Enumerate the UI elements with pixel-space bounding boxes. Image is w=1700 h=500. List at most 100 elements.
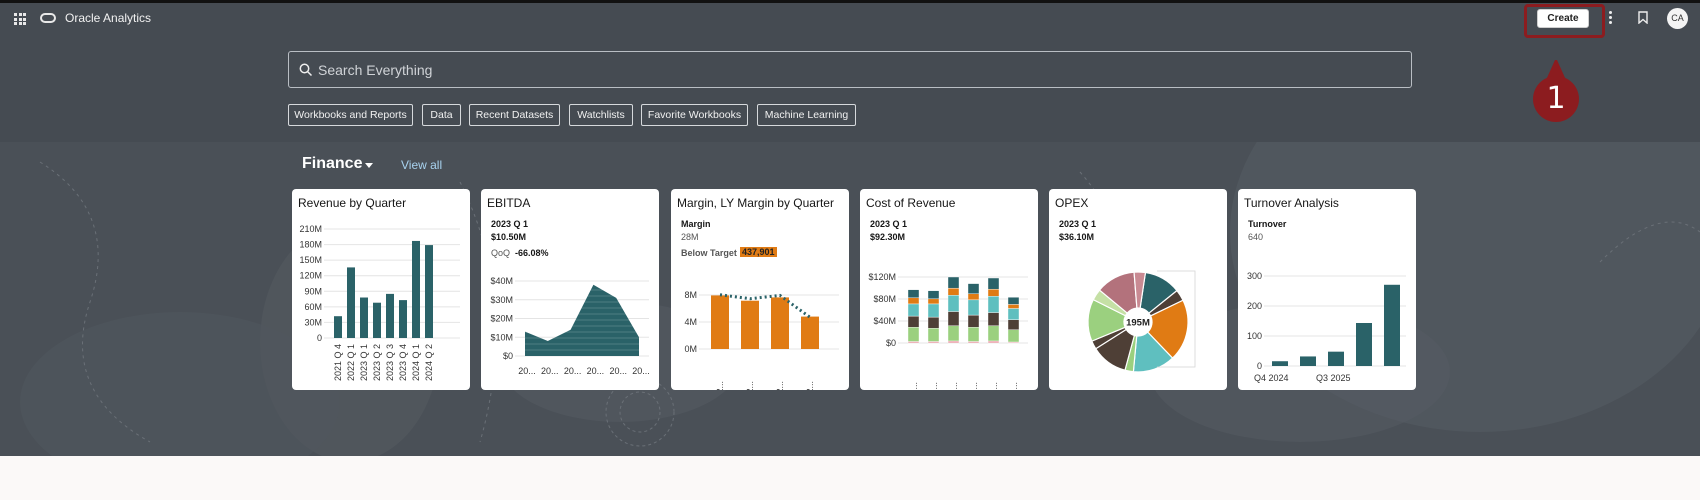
stacked-segment <box>927 316 940 329</box>
app-launcher-grid-icon[interactable] <box>14 13 26 25</box>
chip-watchlists[interactable]: Watchlists <box>569 104 633 126</box>
card-opex[interactable]: OPEX 2023 Q 1 $36.10M 195M <box>1049 189 1227 390</box>
stacked-segment <box>927 328 940 342</box>
bar <box>741 300 759 349</box>
bar <box>412 240 420 338</box>
stacked-segment <box>1007 304 1020 309</box>
stacked-segment <box>907 341 920 344</box>
margin-combo-chart: 8M 4M 0M 202... 202... 202... 202... <box>684 290 839 390</box>
x-tick-label: 20... <box>609 366 627 376</box>
user-avatar[interactable]: CA <box>1667 8 1688 29</box>
x-tick-label: Q4 2024 <box>1254 373 1289 383</box>
x-tick-label: 2023 Q 2 <box>372 344 382 381</box>
y-tick-label: 0 <box>1257 361 1262 371</box>
y-tick-label: $40M <box>873 316 896 326</box>
stacked-segment <box>987 277 1000 290</box>
stacked-segment <box>967 327 980 342</box>
stacked-segment <box>907 327 920 342</box>
card-turnover-analysis[interactable]: Turnover Analysis Turnover 640 300 200 100… <box>1238 189 1416 390</box>
y-tick-label: 300 <box>1247 271 1262 281</box>
x-tick-label: Q3 2025 <box>1316 373 1351 383</box>
x-tick-label: 2023 ... <box>1009 382 1019 390</box>
y-tick-label: 0 <box>317 333 322 343</box>
bar <box>425 245 433 338</box>
x-tick-label: 202... <box>775 381 785 390</box>
y-tick-label: $80M <box>873 294 896 304</box>
bookmark-icon[interactable] <box>1638 11 1648 24</box>
view-all-link[interactable]: View all <box>401 158 442 172</box>
stacked-segment <box>1007 319 1020 330</box>
card-cost-of-revenue[interactable]: Cost of Revenue 2023 Q 1 $92.30M $120M $8… <box>860 189 1038 390</box>
x-tick-label: 2022 ... <box>929 382 939 390</box>
bar <box>801 316 819 349</box>
y-tick-label: $0 <box>503 351 513 361</box>
background-texture <box>20 142 1700 456</box>
stacked-segment <box>987 340 1000 344</box>
app-title: Oracle Analytics <box>65 11 152 25</box>
x-tick-label: 2024 Q 1 <box>411 344 421 381</box>
stacked-segment <box>907 289 920 299</box>
x-tick-label: 20... <box>632 366 650 376</box>
x-tick-label: 20... <box>564 366 582 376</box>
stacked-segment <box>987 325 1000 342</box>
y-tick-label: 90M <box>304 286 322 296</box>
x-tick-label: 202... <box>745 381 755 390</box>
stacked-segment <box>947 295 960 312</box>
card-revenue-by-quarter[interactable]: Revenue by Quarter 210M 180M 150M 120M 90M 60… <box>292 189 470 390</box>
bar <box>334 316 342 338</box>
stacked-segment <box>907 303 920 317</box>
stacked-segment <box>907 297 920 305</box>
card-margin-ly-margin[interactable]: Margin, LY Margin by Quarter Margin 28M … <box>671 189 849 390</box>
page-footer-area <box>0 456 1700 500</box>
x-tick-label: 20... <box>541 366 559 376</box>
stacked-segment <box>947 276 960 289</box>
bar <box>711 295 729 349</box>
bar <box>1272 361 1288 366</box>
y-tick-label: 60M <box>304 302 322 312</box>
bar <box>360 297 368 338</box>
y-tick-label: $30M <box>490 295 513 305</box>
stacked-segment <box>967 299 980 316</box>
bar <box>1300 356 1316 366</box>
x-tick-label: 2021 ... <box>909 382 919 390</box>
x-tick-label: 2022 ... <box>989 382 999 390</box>
stacked-segment <box>947 311 960 326</box>
x-tick-label: 2022 ... <box>969 382 979 390</box>
stacked-segment <box>927 290 940 300</box>
chip-recent-datasets[interactable]: Recent Datasets <box>469 104 560 126</box>
y-tick-label: 120M <box>299 271 322 281</box>
turnover-bar-chart: 300 200 100 0 Q4 2024 Q3 2025 <box>1247 271 1406 383</box>
bar <box>1328 351 1344 366</box>
bar <box>399 300 407 338</box>
stacked-segment <box>947 287 960 296</box>
section-title-finance[interactable]: Finance <box>302 155 362 173</box>
search-bar[interactable] <box>288 51 1412 88</box>
donut-center-label: 195M <box>1126 318 1150 329</box>
y-tick-label: $20M <box>490 314 513 324</box>
stacked-segment <box>987 296 1000 313</box>
callout-step-number: 1 <box>1533 76 1579 122</box>
stacked-segment <box>927 341 940 344</box>
chip-data[interactable]: Data <box>422 104 461 126</box>
more-options-icon[interactable] <box>1609 11 1613 25</box>
chip-favorite-workbooks[interactable]: Favorite Workbooks <box>641 104 748 126</box>
opex-donut-chart: 195M <box>1087 270 1196 373</box>
y-tick-label: $10M <box>490 332 513 342</box>
stacked-segment <box>967 341 980 344</box>
chip-workbooks-and-reports[interactable]: Workbooks and Reports <box>288 104 413 126</box>
chip-machine-learning[interactable]: Machine Learning <box>757 104 856 126</box>
oracle-logo-icon <box>40 13 56 23</box>
stacked-segment <box>987 288 1000 297</box>
stacked-segment <box>927 303 940 318</box>
area-fill <box>525 284 639 356</box>
bar <box>347 267 355 338</box>
chevron-down-icon[interactable] <box>365 163 373 168</box>
stacked-segment <box>967 293 980 301</box>
x-tick-label: 202... <box>715 381 725 390</box>
ebitda-area-chart: $40M $30M $20M $10M $0 20... 20... 20... 20... 20… <box>490 276 650 376</box>
x-tick-label: 2022 Q 1 <box>346 344 356 381</box>
create-button[interactable]: Create <box>1537 9 1589 28</box>
y-tick-label: $120M <box>868 272 896 282</box>
card-ebitda[interactable]: EBITDA 2023 Q 1 $10.50M QoQ -66.08% $40M… <box>481 189 659 390</box>
search-input[interactable] <box>318 52 1398 87</box>
